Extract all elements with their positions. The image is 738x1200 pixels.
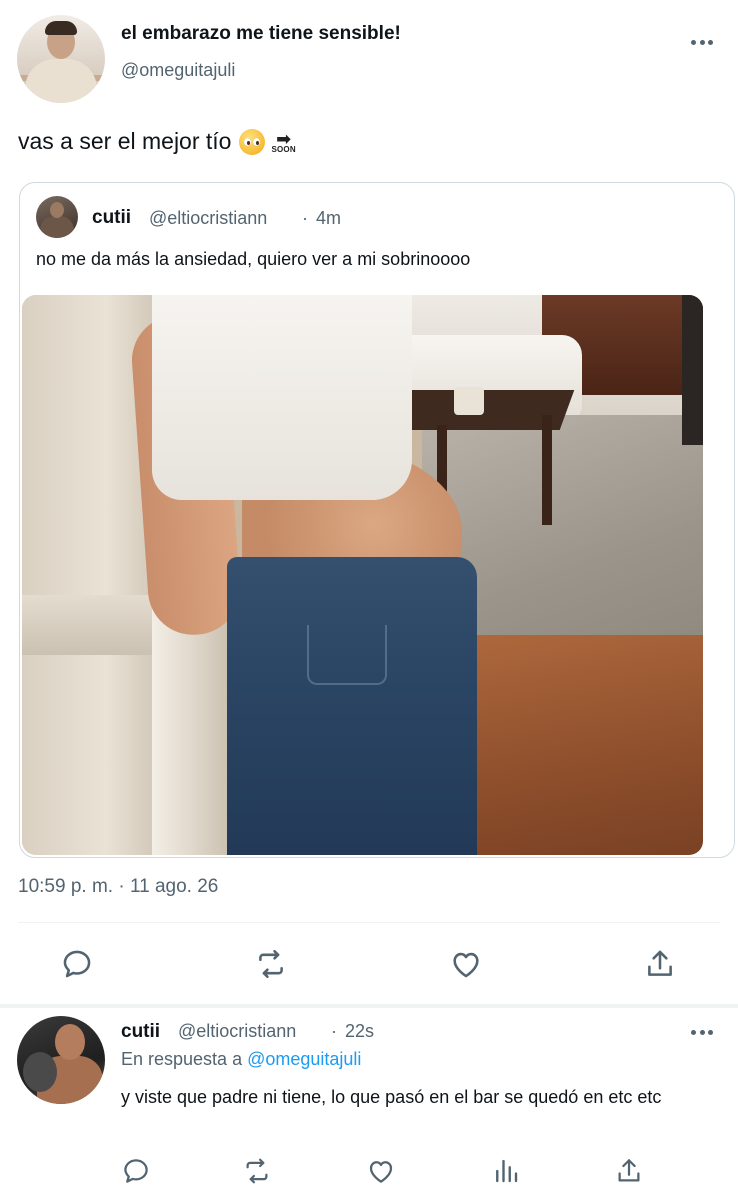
reply-tweet-display-name[interactable]: cutii xyxy=(121,1021,160,1043)
views-icon[interactable] xyxy=(491,1156,521,1186)
reply-tweet-time[interactable]: 22s xyxy=(345,1021,374,1042)
reply-tweet-text: y viste que padre ni tiene, lo que pasó … xyxy=(121,1087,662,1107)
main-tweet-display-name[interactable]: el embarazo me tiene sensible! xyxy=(121,23,401,45)
main-tweet-more-icon[interactable] xyxy=(691,32,713,52)
section-divider xyxy=(0,1004,738,1008)
replying-to-line: En respuesta a @omeguitajuli xyxy=(121,1049,361,1070)
divider xyxy=(18,922,720,923)
reply-tweet-handle[interactable]: @eltiocristiann xyxy=(178,1021,296,1042)
quoted-tweet-text: no me da más la ansiedad, quiero ver a m… xyxy=(36,249,471,269)
retweet-icon[interactable] xyxy=(242,1156,272,1186)
reply-icon[interactable] xyxy=(60,947,94,981)
soon-emoji-label: SOON xyxy=(271,144,296,154)
share-icon[interactable] xyxy=(614,1156,644,1186)
quoted-tweet-avatar xyxy=(36,196,78,238)
reply-tweet-separator: · xyxy=(331,1021,337,1041)
quoted-tweet-display-name: cutii xyxy=(92,207,132,228)
quoted-tweet-photo[interactable] xyxy=(22,295,703,855)
heart-icon[interactable] xyxy=(449,947,483,981)
soon-arrow-emoji-icon: ➡ SOON xyxy=(271,128,296,154)
main-tweet-text: vas a ser el mejor tío ➡ SOON xyxy=(18,128,296,155)
main-tweet-avatar[interactable] xyxy=(17,15,105,103)
reply-tweet-avatar[interactable] xyxy=(17,1016,105,1104)
quoted-tweet-time: 4m xyxy=(316,208,342,228)
pleading-face-emoji-icon xyxy=(239,128,266,155)
reply-icon[interactable] xyxy=(121,1156,151,1186)
retweet-icon[interactable] xyxy=(254,947,288,981)
share-icon[interactable] xyxy=(643,947,677,981)
quoted-tweet-handle: @eltiocristiann xyxy=(149,208,268,228)
replying-to-handle-link[interactable]: @omeguitajuli xyxy=(247,1049,361,1069)
main-tweet-timestamp[interactable]: 10:59 p. m. · 11 ago. 26 xyxy=(18,876,218,898)
quoted-tweet-separator: · xyxy=(302,208,308,228)
heart-icon[interactable] xyxy=(366,1156,396,1186)
replying-to-prefix: En respuesta a xyxy=(121,1049,243,1069)
main-tweet-text-content: vas a ser el mejor tío xyxy=(18,128,232,154)
main-tweet-handle[interactable]: @omeguitajuli xyxy=(121,60,235,81)
reply-tweet-more-icon[interactable] xyxy=(691,1022,713,1042)
